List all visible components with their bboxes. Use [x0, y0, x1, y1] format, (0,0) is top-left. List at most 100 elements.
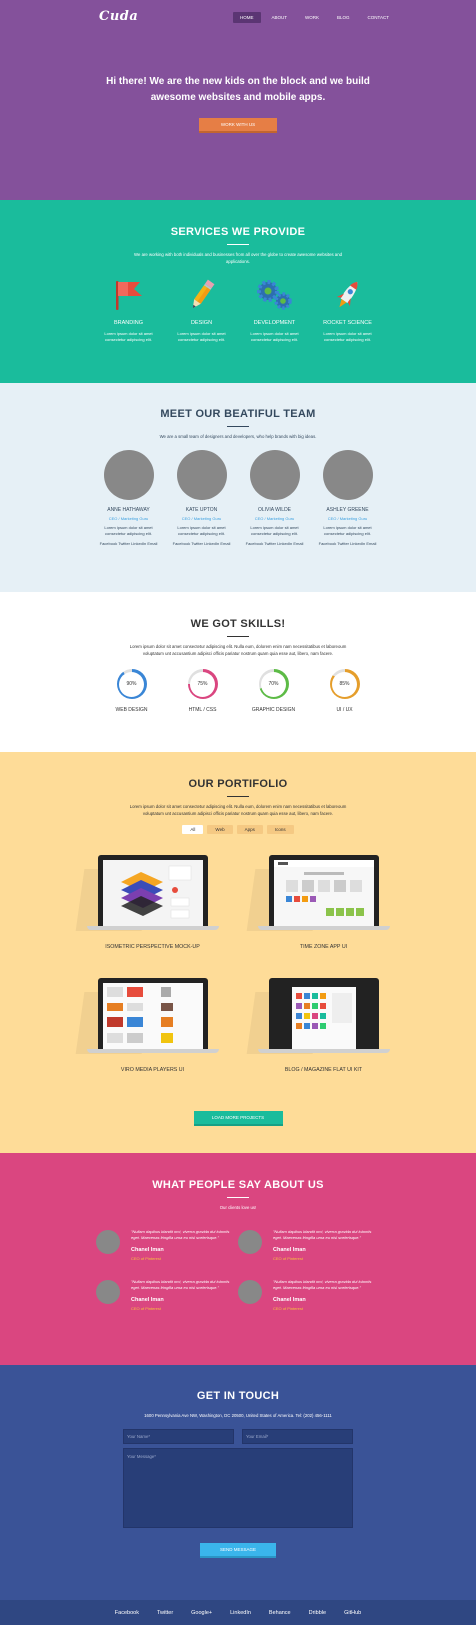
nav-work[interactable]: WORK — [298, 12, 326, 23]
portfolio-item-title: TIME ZONE APP UI — [299, 944, 348, 950]
name-field[interactable]: Your Name* — [123, 1429, 234, 1444]
team-subtitle: We are a small team of designers and dev… — [159, 434, 317, 439]
testimonial-quote: "Nullam dapibus blandit orci, viverra gr… — [273, 1228, 372, 1240]
skills-section: WE GOT SKILLS! Lorem ipsum dolor sit ame… — [0, 592, 476, 752]
skill-progress-ring: 90% — [116, 669, 147, 699]
avatar — [176, 449, 227, 500]
page: Cuda HOME ABOUT WORK BLOG CONTACT Hi the… — [0, 0, 476, 1625]
testimonial-role: CEO of Pinterest — [273, 1305, 304, 1311]
skill-item: 90% WEB DESIGN — [116, 669, 148, 713]
service-item: ROCKET SCIENCE Lorem ipsum dolor sit ame… — [317, 277, 379, 343]
testimonial-name: Chanel Iman — [273, 1246, 306, 1253]
footer-link-dribble[interactable]: Dribble — [309, 1610, 326, 1616]
member-role: CEO / Marketing Guru — [108, 515, 149, 521]
filter-all[interactable]: All — [182, 825, 204, 834]
skill-name: HTML / CSS — [188, 707, 217, 713]
contact-address: 1600 Pennsylvania Ave NW, Washington, DC… — [144, 1413, 332, 1418]
service-text: Lorem ipsum dolor sit amet consectetur a… — [104, 331, 153, 342]
testimonial: "Nullam dapibus blandit orci, viverra gr… — [238, 1279, 380, 1311]
service-name: ROCKET SCIENCE — [323, 320, 372, 326]
divider — [227, 244, 249, 245]
member-bio: Lorem ipsum dolor sit amet consectetur a… — [104, 524, 153, 536]
skill-name: WEB DESIGN — [115, 707, 148, 713]
rocket-icon — [317, 277, 379, 313]
service-text: Lorem ipsum dolor sit amet consectetur a… — [323, 331, 372, 342]
send-message-button[interactable]: SEND MESSAGE — [200, 1543, 276, 1558]
team-member: ANNE HATHAWAY CEO / Marketing Guru Lorem… — [98, 449, 160, 546]
skills-list: 90% WEB DESIGN 75% HTML / CSS 70% GRAPHI… — [0, 669, 476, 713]
avatar — [103, 449, 154, 500]
portfolio-filters: All Web Apps Icons — [0, 825, 476, 834]
member-role: CEO / Marketing Guru — [181, 515, 222, 521]
member-social-links[interactable]: Facebook Twitter LinkedIn Email — [98, 541, 160, 546]
skill-progress-ring: 85% — [329, 669, 360, 699]
skills-subtitle: Lorem ipsum dolor sit amet consectetur a… — [129, 644, 347, 656]
member-name: ANNE HATHAWAY — [107, 506, 150, 513]
filter-icons[interactable]: Icons — [266, 825, 294, 834]
services-subtitle: We are working with both individuals and… — [134, 252, 342, 264]
email-field[interactable]: Your Email* — [242, 1429, 353, 1444]
team-member: OLIVIA WILDE CEO / Marketing Guru Lorem … — [244, 449, 306, 546]
avatar — [238, 1229, 262, 1254]
skill-name: UI / UX — [336, 707, 353, 713]
filter-apps[interactable]: Apps — [236, 825, 263, 834]
hero-section: Cuda HOME ABOUT WORK BLOG CONTACT Hi the… — [0, 0, 476, 200]
member-role: CEO / Marketing Guru — [327, 515, 368, 521]
service-name: DEVELOPMENT — [253, 320, 296, 326]
skill-item: 75% HTML / CSS — [187, 669, 219, 713]
footer-link-github[interactable]: GitHub — [344, 1610, 361, 1616]
testimonial-name: Chanel Iman — [131, 1296, 164, 1303]
testimonial-role: CEO of Pinterest — [273, 1255, 304, 1261]
skills-title: WE GOT SKILLS! — [190, 618, 286, 630]
avatar — [96, 1279, 120, 1304]
work-with-us-button[interactable]: WORK WITH US — [199, 118, 277, 133]
portfolio-title: OUR PORTIFOLIO — [188, 778, 288, 790]
footer-link-googleplus[interactable]: Google+ — [191, 1610, 212, 1616]
portfolio-item-title: ISOMETRIC PERSPECTIVE MOCK-UP — [105, 944, 200, 950]
portfolio-item[interactable]: ISOMETRIC PERSPECTIVE MOCK-UP — [75, 855, 224, 978]
flag-icon — [98, 277, 160, 313]
nav-home[interactable]: HOME — [233, 12, 261, 23]
testimonial-role: CEO of Pinterest — [131, 1305, 162, 1311]
member-social-links[interactable]: Facebook Twitter LinkedIn Email — [317, 541, 379, 546]
skill-percent: 85% — [332, 671, 357, 697]
footer-link-linkedin[interactable]: LinkedIn — [230, 1610, 251, 1616]
filter-web[interactable]: Web — [207, 825, 233, 834]
message-field[interactable]: Your Message* — [123, 1448, 353, 1528]
testimonial: "Nullam dapibus blandit orci, viverra gr… — [96, 1229, 238, 1261]
nav-blog[interactable]: BLOG — [330, 12, 357, 23]
laptop-mockup — [246, 855, 390, 931]
testimonials-list: "Nullam dapibus blandit orci, viverra gr… — [0, 1229, 476, 1311]
service-text: Lorem ipsum dolor sit amet consectetur a… — [177, 331, 226, 342]
service-name: BRANDING — [113, 320, 144, 326]
footer: Facebook Twitter Google+ LinkedIn Behanc… — [0, 1600, 476, 1625]
services-section: SERVICES WE PROVIDE We are working with … — [0, 200, 476, 383]
main-nav: HOME ABOUT WORK BLOG CONTACT — [233, 12, 396, 23]
footer-link-twitter[interactable]: Twitter — [157, 1610, 173, 1616]
footer-link-facebook[interactable]: Facebook — [115, 1610, 139, 1616]
member-social-links[interactable]: Facebook Twitter LinkedIn Email — [244, 541, 306, 546]
portfolio-item[interactable]: BLOG / MAGAZINE FLAT UI KIT — [246, 978, 395, 1101]
pencil-icon — [171, 277, 233, 313]
divider — [227, 796, 249, 797]
gears-icon — [244, 277, 306, 313]
logo[interactable]: Cuda — [99, 9, 138, 24]
skill-item: 70% GRAPHIC DESIGN — [252, 669, 295, 713]
service-item: DESIGN Lorem ipsum dolor sit amet consec… — [171, 277, 233, 343]
portfolio-item[interactable]: VIRO MEDIA PLAYERS UI — [75, 978, 224, 1101]
load-more-button[interactable]: LOAD MORE PROJECTS — [193, 1111, 283, 1126]
member-social-links[interactable]: Facebook Twitter LinkedIn Email — [171, 541, 233, 546]
skill-percent: 90% — [119, 671, 144, 697]
service-text: Lorem ipsum dolor sit amet consectetur a… — [250, 331, 299, 342]
portfolio-item[interactable]: TIME ZONE APP UI — [246, 855, 395, 978]
services-title: SERVICES WE PROVIDE — [170, 226, 306, 238]
nav-about[interactable]: ABOUT — [265, 12, 295, 23]
laptop-mockup — [75, 855, 219, 931]
member-bio: Lorem ipsum dolor sit amet consectetur a… — [323, 524, 372, 536]
nav-contact[interactable]: CONTACT — [361, 12, 396, 23]
portfolio-section: OUR PORTIFOLIO Lorem ipsum dolor sit ame… — [0, 752, 476, 1153]
services-list: BRANDING Lorem ipsum dolor sit amet cons… — [0, 277, 476, 343]
member-role: CEO / Marketing Guru — [254, 515, 295, 521]
team-list: ANNE HATHAWAY CEO / Marketing Guru Lorem… — [0, 449, 476, 546]
footer-link-behance[interactable]: Behance — [269, 1610, 291, 1616]
